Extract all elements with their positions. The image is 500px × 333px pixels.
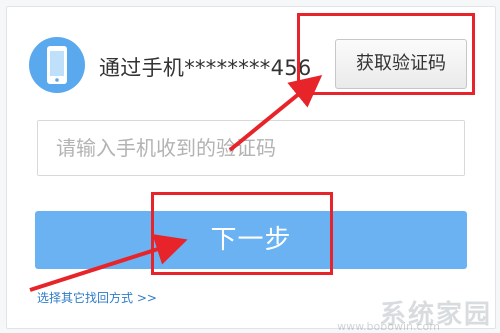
other-recovery-method-link[interactable]: 选择其它找回方式 >>: [37, 289, 157, 306]
verification-panel: 通过手机********456 获取验证码 下一步 选择其它找回方式 >>: [6, 6, 496, 329]
verification-code-input[interactable]: [37, 120, 465, 176]
watermark-url: www.bobowin.com: [337, 320, 440, 333]
mobile-phone-icon: [29, 37, 85, 93]
next-step-button[interactable]: 下一步: [35, 211, 467, 269]
get-code-button[interactable]: 获取验证码: [335, 39, 467, 89]
phone-number-label: 通过手机********456: [99, 56, 312, 80]
